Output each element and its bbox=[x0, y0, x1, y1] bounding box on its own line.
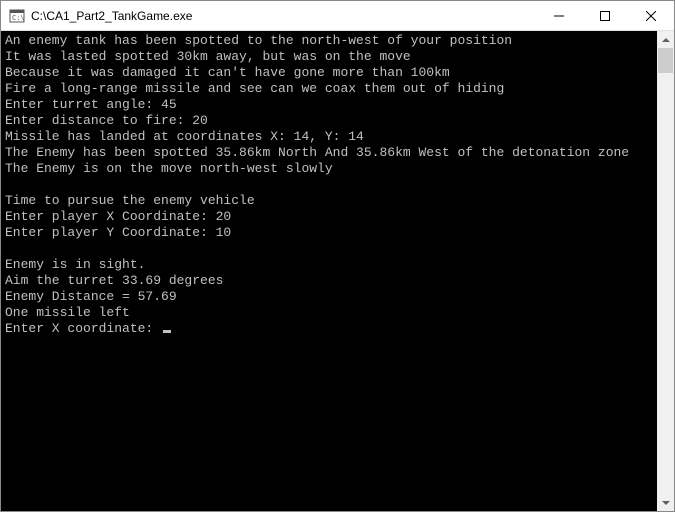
console-line bbox=[5, 177, 653, 193]
console-line: Enter turret angle: 45 bbox=[5, 97, 653, 113]
console-line: It was lasted spotted 30km away, but was… bbox=[5, 49, 653, 65]
console-line: Enter player X Coordinate: 20 bbox=[5, 209, 653, 225]
console-line: Enemy is in sight. bbox=[5, 257, 653, 273]
console-line bbox=[5, 241, 653, 257]
console-line: Enemy Distance = 57.69 bbox=[5, 289, 653, 305]
close-button[interactable] bbox=[628, 1, 674, 30]
console-line: The Enemy is on the move north-west slow… bbox=[5, 161, 653, 177]
cursor bbox=[163, 330, 171, 333]
console-line: An enemy tank has been spotted to the no… bbox=[5, 33, 653, 49]
console-output[interactable]: An enemy tank has been spotted to the no… bbox=[1, 31, 657, 511]
console-line: Enter player Y Coordinate: 10 bbox=[5, 225, 653, 241]
console-line: Fire a long-range missile and see can we… bbox=[5, 81, 653, 97]
vertical-scrollbar[interactable] bbox=[657, 31, 674, 511]
console-line: One missile left bbox=[5, 305, 653, 321]
scroll-thumb[interactable] bbox=[658, 48, 673, 73]
window-title: C:\CA1_Part2_TankGame.exe bbox=[31, 9, 536, 23]
console-area: An enemy tank has been spotted to the no… bbox=[1, 31, 674, 511]
console-line: The Enemy has been spotted 35.86km North… bbox=[5, 145, 653, 161]
svg-text:C:\: C:\ bbox=[12, 14, 25, 22]
console-line: Missile has landed at coordinates X: 14,… bbox=[5, 129, 653, 145]
console-line: Time to pursue the enemy vehicle bbox=[5, 193, 653, 209]
minimize-button[interactable] bbox=[536, 1, 582, 30]
app-icon: C:\ bbox=[9, 8, 25, 24]
titlebar: C:\ C:\CA1_Part2_TankGame.exe bbox=[1, 1, 674, 31]
console-line: Aim the turret 33.69 degrees bbox=[5, 273, 653, 289]
console-line: Enter X coordinate: bbox=[5, 321, 653, 337]
scroll-down-button[interactable] bbox=[657, 494, 674, 511]
console-line: Enter distance to fire: 20 bbox=[5, 113, 653, 129]
scroll-up-button[interactable] bbox=[657, 31, 674, 48]
maximize-button[interactable] bbox=[582, 1, 628, 30]
console-line: Because it was damaged it can't have gon… bbox=[5, 65, 653, 81]
window-controls bbox=[536, 1, 674, 30]
